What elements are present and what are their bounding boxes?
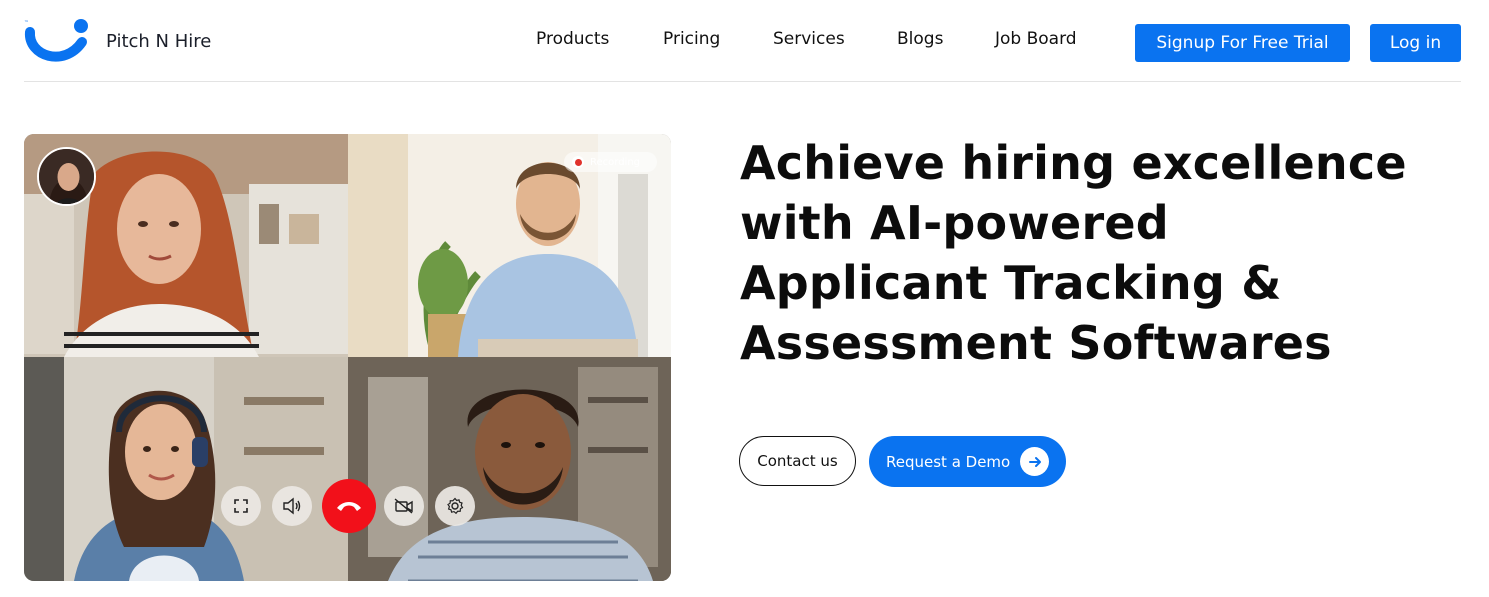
recording-label: Recording (590, 156, 641, 168)
site-header: ™ Pitch N Hire Products Pricing Services… (0, 0, 1489, 82)
settings-icon (447, 497, 464, 515)
nav-products[interactable]: Products (536, 29, 609, 49)
recording-badge: Recording (564, 152, 657, 172)
end-call-button[interactable] (322, 479, 376, 533)
nav-blogs[interactable]: Blogs (897, 29, 943, 49)
hero-heading-line-1: Achieve hiring excellence (740, 136, 1407, 190)
fullscreen-button[interactable] (221, 486, 261, 526)
smile-person-logo-icon: ™ (24, 19, 88, 62)
hero-heading: Achieve hiring excellence with AI-powere… (740, 133, 1440, 373)
nav-pricing[interactable]: Pricing (663, 29, 720, 49)
request-demo-button[interactable]: Request a Demo (869, 436, 1066, 487)
login-button[interactable]: Log in (1370, 24, 1461, 62)
speaker-button[interactable] (272, 486, 312, 526)
video-call-illustration: Recording (24, 134, 671, 581)
participant-tile-4 (348, 357, 671, 581)
camera-off-button[interactable] (384, 486, 424, 526)
svg-text:™: ™ (24, 20, 29, 26)
recording-dot-icon (572, 156, 584, 168)
speaker-icon (283, 497, 301, 515)
hero-heading-line-4: Assessment Softwares (740, 316, 1332, 370)
contact-us-button[interactable]: Contact us (739, 436, 856, 486)
brand-name[interactable]: Pitch N Hire (106, 31, 211, 52)
end-call-icon (337, 502, 361, 511)
hero-heading-line-3: Applicant Tracking & (740, 256, 1282, 310)
signup-button[interactable]: Signup For Free Trial (1135, 24, 1350, 62)
arrow-right-icon (1020, 447, 1049, 476)
self-view-avatar (37, 147, 96, 206)
nav-job-board[interactable]: Job Board (995, 29, 1077, 49)
nav-services[interactable]: Services (773, 29, 845, 49)
header-divider (24, 81, 1461, 82)
hero-heading-line-2: with AI-powered (740, 196, 1169, 250)
settings-button[interactable] (435, 486, 475, 526)
request-demo-label: Request a Demo (886, 452, 1011, 471)
brand-logo[interactable]: ™ Pitch N Hire (24, 16, 211, 66)
camera-off-icon (394, 498, 413, 514)
fullscreen-icon (234, 499, 248, 513)
participant-tile-3 (24, 357, 348, 581)
